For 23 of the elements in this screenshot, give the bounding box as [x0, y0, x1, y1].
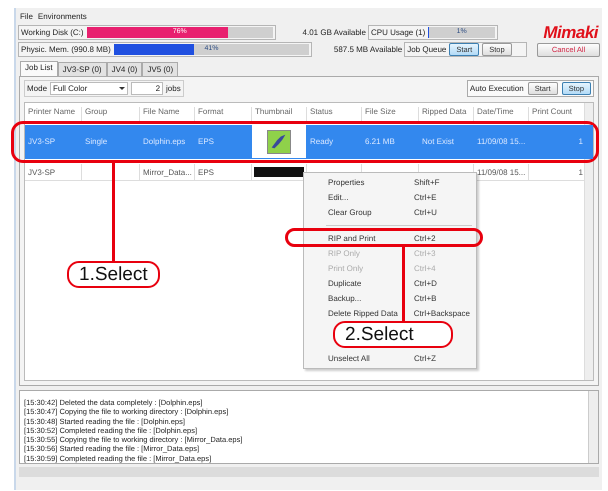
auto-execution-label: Auto Execution [470, 84, 524, 93]
disk-label: Working Disk (C:) [21, 28, 84, 37]
jobs-label: jobs [166, 84, 181, 93]
memory-label: Physic. Mem. (990.8 MB) [21, 45, 111, 54]
table-cell: JV3-SP [25, 125, 82, 159]
available-text: 587.5 MB Available [332, 45, 402, 54]
table-cell: EPS [195, 164, 252, 181]
table-cell: JV3-SP [25, 164, 82, 181]
table-cell: Ready [307, 125, 362, 159]
mode-label: Mode [27, 84, 48, 93]
callout-label: 1.Select [67, 261, 160, 288]
cpu-label: CPU Usage (1) [371, 28, 426, 37]
table-cell: Single [82, 125, 140, 159]
table-cell: Dolphin.eps [140, 125, 195, 159]
logo: Mimaki [542, 22, 600, 42]
table-cell: Mirror_Data... [140, 164, 195, 181]
table-cell: 6.21 MB [362, 125, 419, 159]
job-queue-label: Job Queue [407, 45, 446, 54]
table-cell: Not Exist [419, 125, 474, 159]
callout-label: 2.Select [333, 321, 453, 348]
available-text: 4.01 GB Available [302, 28, 366, 37]
table-cell: 11/09/08 15... [474, 125, 529, 159]
table-cell: 1 [529, 125, 587, 159]
